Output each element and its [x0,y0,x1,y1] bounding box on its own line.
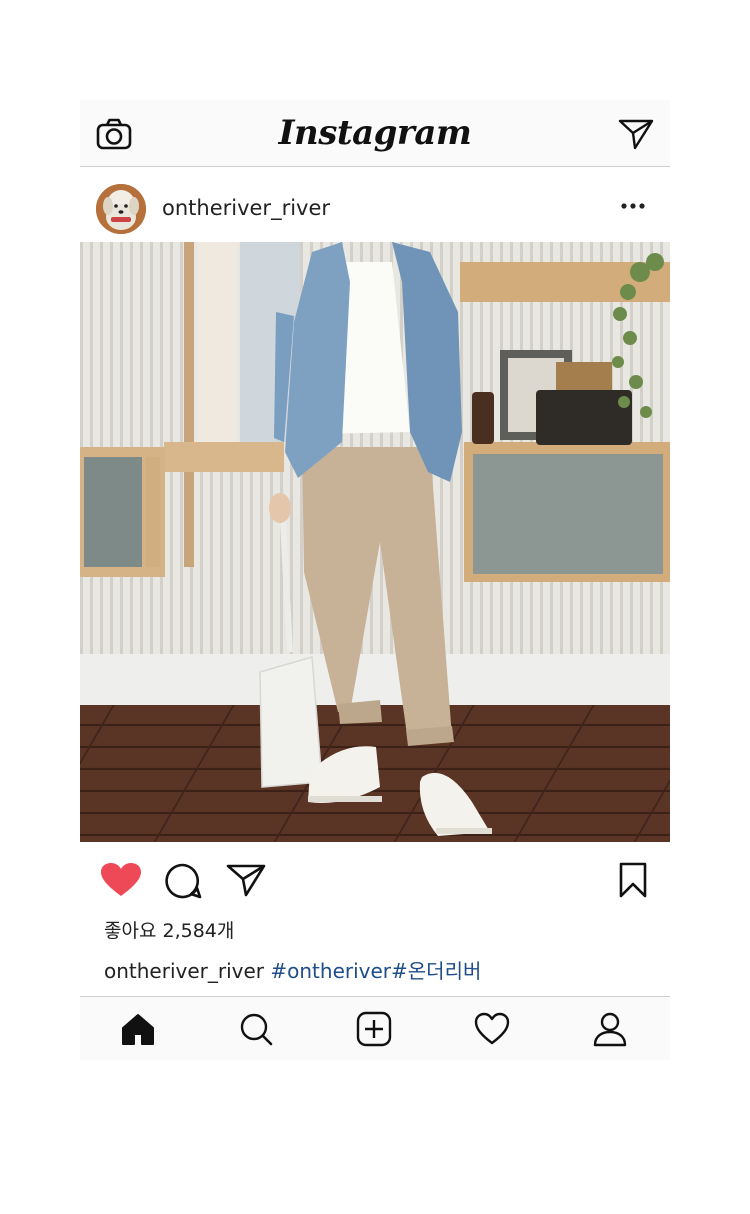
top-bar: Instagram [80,100,670,167]
share-paper-plane-icon[interactable] [226,863,266,897]
comment-bubble-icon[interactable] [164,862,202,900]
caption-username[interactable]: ontheriver_river [104,959,264,983]
direct-message-icon[interactable] [618,118,654,150]
caption-hashtags[interactable]: #ontheriver#온더리버 [270,959,481,983]
add-post-icon[interactable] [356,1011,392,1047]
profile-icon[interactable] [592,1011,628,1047]
bookmark-icon[interactable] [618,862,648,898]
more-dots-icon[interactable] [620,200,646,212]
post-photo[interactable] [80,242,670,842]
heart-filled-icon[interactable] [100,862,142,898]
likes-count[interactable]: 좋아요 2,584개 [104,916,234,943]
instagram-logo: Instagram [278,113,472,153]
activity-heart-icon[interactable] [474,1011,510,1047]
caption: ontheriver_river #ontheriver#온더리버 [104,955,481,984]
home-icon[interactable] [120,1011,156,1047]
camera-icon[interactable] [96,118,132,150]
instagram-post-frame: Instagram ontheriver_river 좋아요 2,584개 on… [80,100,670,1060]
post-username[interactable]: ontheriver_river [162,196,330,220]
search-icon[interactable] [238,1011,274,1047]
avatar[interactable] [96,184,146,234]
post-actions [80,842,670,918]
bottom-nav [80,996,670,1060]
